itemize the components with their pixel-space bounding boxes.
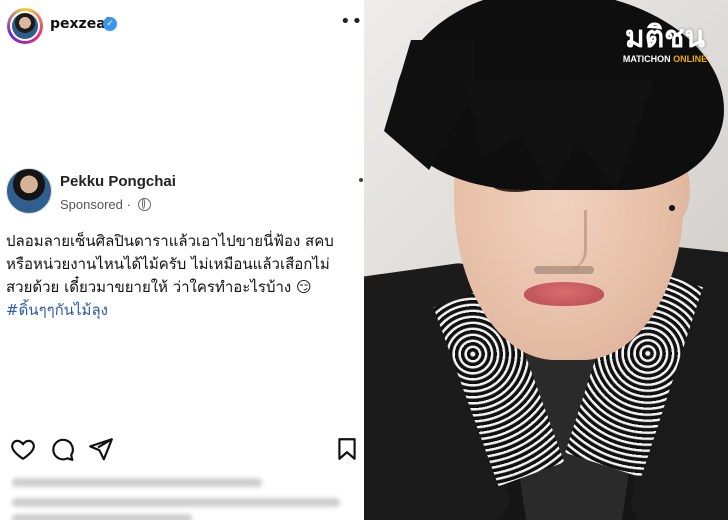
post-caption: ปลอมลายเซ็นศิลปินดาราแล้วเอาไปขายนี่ฟ้อง… bbox=[6, 230, 362, 322]
post-header: pexzeal ✓ ••• bbox=[0, 0, 364, 52]
verified-badge-icon: ✓ bbox=[103, 17, 117, 31]
send-icon[interactable] bbox=[88, 436, 114, 462]
heart-icon[interactable] bbox=[10, 436, 36, 462]
menu-dot-icon[interactable] bbox=[359, 178, 363, 182]
hashtag-link[interactable]: #ดิ้นๆๆกันไม้ลุง bbox=[6, 299, 362, 322]
poster-avatar[interactable] bbox=[6, 168, 52, 214]
caption-line: ปลอมลายเซ็นศิลปินดาราแล้วเอาไปขายนี่ฟ้อง… bbox=[6, 232, 334, 250]
blurred-text bbox=[12, 514, 192, 520]
sponsored-label: Sponsored · bbox=[60, 197, 152, 212]
globe-icon bbox=[138, 198, 152, 211]
caption-line: หรือหน่วยงานไหนได้ไม้ครับ ไม่เหมือนแล้วเ… bbox=[6, 255, 330, 273]
story-avatar[interactable] bbox=[7, 8, 43, 44]
blurred-text bbox=[12, 498, 340, 507]
poster-name[interactable]: Pekku Pongchai bbox=[60, 173, 176, 190]
header-username[interactable]: pexzeal bbox=[50, 16, 110, 32]
instagram-post-screenshot: pexzeal ✓ ••• Pekku Pongchai Sponsored ·… bbox=[0, 0, 364, 520]
bookmark-icon[interactable] bbox=[334, 436, 360, 462]
comment-icon[interactable] bbox=[49, 436, 75, 462]
logo-main-text: มติชน bbox=[624, 20, 706, 55]
more-options-icon[interactable]: ••• bbox=[340, 13, 364, 31]
action-bar bbox=[0, 436, 364, 466]
matichon-logo: มติชน MATICHON ONLINE bbox=[610, 20, 720, 65]
avatar-photo bbox=[12, 13, 38, 39]
portrait-photo: มติชน MATICHON ONLINE bbox=[364, 0, 728, 520]
earring bbox=[669, 205, 675, 211]
caption-line: สวยด้วย เดี๋ยวมาขยายให้ ว่าใครทำอะไรบ้าง… bbox=[6, 278, 312, 296]
blurred-text bbox=[12, 478, 262, 487]
